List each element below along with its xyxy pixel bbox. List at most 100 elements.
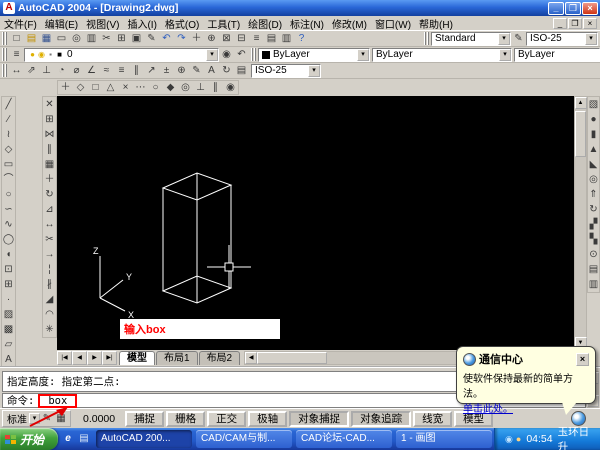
gradient-icon[interactable]: ▩ — [2, 322, 15, 337]
cut-icon[interactable]: ✂ — [99, 32, 114, 46]
insert-block-icon[interactable]: ⊡ — [2, 262, 15, 277]
properties-toolbar-grip[interactable] — [251, 48, 256, 61]
slice-icon[interactable]: ▞ — [588, 217, 599, 232]
extend-icon[interactable]: → — [43, 247, 56, 262]
vertical-scrollbar[interactable]: ▲ ▼ — [574, 96, 587, 350]
close-button[interactable]: × — [582, 2, 598, 15]
solids-wedge-icon[interactable]: ◣ — [588, 157, 599, 172]
first-tab-button[interactable]: |◀ — [57, 351, 72, 365]
tray-icon-1[interactable]: ◉ — [505, 431, 513, 447]
solids-cylinder-icon[interactable]: ▮ — [588, 127, 599, 142]
next-tab-button[interactable]: ▶ — [87, 351, 102, 365]
layer-properties-manager-icon[interactable]: ≡ — [9, 48, 24, 62]
menu-file[interactable]: 文件(F) — [0, 16, 41, 31]
pan-realtime-icon[interactable]: ＋ — [189, 32, 204, 46]
point-icon[interactable]: · — [2, 292, 15, 307]
trim-icon[interactable]: ✂ — [43, 232, 56, 247]
aligned-dimension-icon[interactable]: ⇗ — [24, 64, 39, 78]
styles-toolbar-grip[interactable] — [424, 32, 429, 45]
line-icon[interactable]: ╱ — [2, 97, 15, 112]
make-block-icon[interactable]: ⊞ — [2, 277, 15, 292]
quick-launch-desktop-icon[interactable]: ▤ — [77, 432, 91, 446]
setup-drawing-icon[interactable]: ▤ — [588, 262, 599, 277]
temporary-track-point-icon[interactable]: ＋ — [58, 81, 73, 95]
tool-palettes-icon[interactable]: ▥ — [279, 32, 294, 46]
mtext-icon[interactable]: A — [2, 352, 15, 367]
color-combo[interactable]: ByLayer ▾ — [258, 48, 370, 62]
child-close-button[interactable]: × — [583, 18, 597, 29]
otrack-toggle[interactable]: 对象追踪 — [351, 411, 411, 427]
match-properties-icon[interactable]: ✎ — [144, 32, 159, 46]
osnap-settings-icon[interactable]: ◉ — [223, 81, 238, 95]
setup-profile-icon[interactable]: ▥ — [588, 277, 599, 292]
spline-icon[interactable]: ∿ — [2, 217, 15, 232]
chevron-down-icon[interactable]: ▾ — [499, 49, 511, 61]
child-restore-button[interactable]: ❐ — [568, 18, 582, 29]
menu-help[interactable]: 帮助(H) — [415, 16, 457, 31]
snap-from-icon[interactable]: ◇ — [73, 81, 88, 95]
ellipse-arc-icon[interactable]: ◖ — [2, 247, 15, 262]
save-icon[interactable]: ▦ — [39, 32, 54, 46]
snap-intersection-icon[interactable]: × — [118, 81, 133, 95]
menu-view[interactable]: 视图(V) — [82, 16, 123, 31]
paste-icon[interactable]: ▣ — [129, 32, 144, 46]
copy-icon[interactable]: ⊞ — [43, 112, 56, 127]
snap-parallel-icon[interactable]: ∥ — [208, 81, 223, 95]
child-minimize-button[interactable]: _ — [553, 18, 567, 29]
last-tab-button[interactable]: ▶| — [102, 351, 117, 365]
offset-icon[interactable]: ∥ — [43, 142, 56, 157]
menu-edit[interactable]: 编辑(E) — [41, 16, 82, 31]
snap-toggle[interactable]: 捕捉 — [125, 411, 164, 427]
array-icon[interactable]: ▦ — [43, 157, 56, 172]
menu-dimension[interactable]: 标注(N) — [286, 16, 328, 31]
plot-icon[interactable]: ▭ — [54, 32, 69, 46]
help-icon[interactable]: ? — [294, 32, 309, 46]
command-input-value[interactable]: box — [38, 394, 77, 408]
linear-dimension-icon[interactable]: ↔ — [9, 64, 24, 78]
horizontal-scroll-thumb[interactable] — [257, 352, 327, 364]
revision-cloud-icon[interactable]: ∽ — [2, 202, 15, 217]
restore-button[interactable]: ❐ — [565, 2, 581, 15]
scroll-up-icon[interactable]: ▲ — [575, 97, 587, 109]
polyline-icon[interactable]: ≀ — [2, 127, 15, 142]
polar-toggle[interactable]: 极轴 — [248, 411, 287, 427]
start-button[interactable]: 开始 — [0, 428, 58, 450]
dim-style-combo[interactable]: ISO-25 ▾ — [526, 32, 598, 46]
dimension-edit-icon[interactable]: ✎ — [189, 64, 204, 78]
layer-previous-icon[interactable]: ↶ — [234, 48, 249, 62]
solids-sphere-icon[interactable]: ● — [588, 112, 599, 127]
snap-center-icon[interactable]: ○ — [148, 81, 163, 95]
snap-perpendicular-icon[interactable]: ⊥ — [193, 81, 208, 95]
polygon-icon[interactable]: ◇ — [2, 142, 15, 157]
break-at-point-icon[interactable]: ¦ — [43, 262, 56, 277]
dim-style-manager-icon[interactable]: ✎ — [511, 32, 526, 46]
scroll-left-icon[interactable]: ◀ — [245, 352, 257, 364]
dimension-update-icon[interactable]: ↻ — [219, 64, 234, 78]
erase-icon[interactable]: ✕ — [43, 97, 56, 112]
scale-icon[interactable]: ⊿ — [43, 202, 56, 217]
tab-model[interactable]: 模型 — [119, 351, 155, 365]
dimension-text-edit-icon[interactable]: A — [204, 64, 219, 78]
copy-clip-icon[interactable]: ⊞ — [114, 32, 129, 46]
arc-icon[interactable]: ⌒ — [2, 172, 15, 187]
linetype-combo[interactable]: ByLayer ▾ — [372, 48, 512, 62]
menu-insert[interactable]: 插入(I) — [123, 16, 160, 31]
rotate-icon[interactable]: ↻ — [43, 187, 56, 202]
solids-box-icon[interactable]: ▧ — [588, 97, 599, 112]
menu-draw[interactable]: 绘图(D) — [244, 16, 286, 31]
interfere-icon[interactable]: ⊙ — [588, 247, 599, 262]
publish-icon[interactable]: ▥ — [84, 32, 99, 46]
construction-line-icon[interactable]: ∕ — [2, 112, 15, 127]
vertical-scroll-thumb[interactable] — [575, 111, 586, 157]
open-icon[interactable]: ▤ — [24, 32, 39, 46]
extrude-icon[interactable]: ⇑ — [588, 187, 599, 202]
properties-icon[interactable]: ≡ — [249, 32, 264, 46]
dimension-style-combo[interactable]: ISO-25 ▾ — [251, 64, 321, 78]
undo-icon[interactable]: ↶ — [159, 32, 174, 46]
mini-toolbar-icon-1[interactable]: ✎ — [40, 412, 54, 426]
layer-freeze-icon[interactable]: ◉ — [37, 49, 46, 61]
mirror-icon[interactable]: ⋈ — [43, 127, 56, 142]
task-paint[interactable]: 1 - 画图 — [396, 430, 492, 448]
region-icon[interactable]: ▱ — [2, 337, 15, 352]
zoom-previous-icon[interactable]: ⊟ — [234, 32, 249, 46]
